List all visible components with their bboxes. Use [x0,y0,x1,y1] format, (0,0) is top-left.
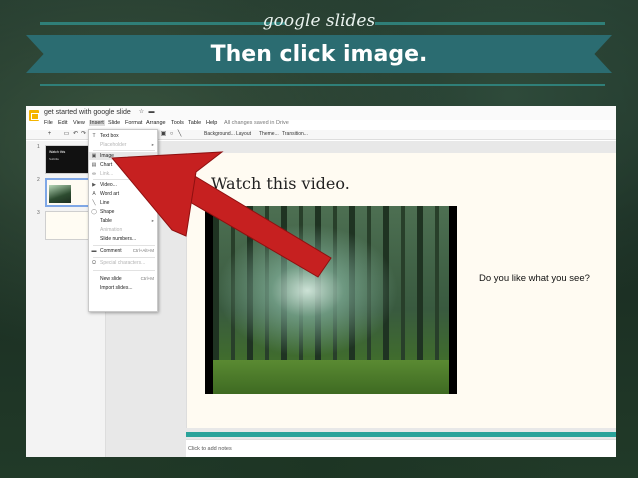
title-bar: get started with google slide ☆ ▬ [26,106,616,121]
menu-divider [93,270,155,271]
speaker-notes[interactable]: Click to add notes [186,439,616,457]
slide[interactable]: Watch this video. Do you like what you s… [186,153,616,428]
menu-divider [93,257,155,258]
shape-icon: ◯ [91,209,97,215]
new-slide-icon[interactable]: + [46,131,53,138]
star-icon[interactable]: ☆ [138,109,145,116]
slide-number: 3 [37,210,40,216]
link-icon: ∞ [92,171,96,177]
menu-item-special-characters: Ω Special characters... [92,260,146,266]
eyebrow-text: google slides [262,11,376,31]
menu-item-chart[interactable]: ▤ Chart [89,161,157,169]
video-icon: ▶ [92,182,96,188]
slide-number: 2 [37,177,40,183]
notes-placeholder: Click to add notes [188,446,232,452]
print-icon[interactable]: ▭ [63,131,70,138]
menu-help[interactable]: Help [206,120,217,126]
image-toolbar-icon[interactable]: ▣ [160,131,167,138]
submenu-arrow-icon: ▸ [151,218,154,223]
text-box-icon: T [92,133,96,139]
forest-ground [213,360,449,394]
comment-shortcut: Ctrl+Alt+M [132,248,154,253]
menu-item-import-slides[interactable]: Import slides... [89,284,157,292]
word-art-icon: A [92,191,96,197]
menu-file[interactable]: File [44,120,53,126]
forest-video-image[interactable] [205,206,457,394]
menu-item-placeholder: Placeholder ▸ [100,142,154,148]
special-char-icon: Ω [92,260,96,266]
menu-item-animation: Animation [100,227,123,233]
menu-item-link: ∞ Link... [92,171,114,177]
bottom-rule [40,84,605,86]
new-slide-shortcut: Ctrl+M [140,276,154,281]
comment-icon: ▬ [91,248,97,254]
menu-item-shape[interactable]: ◯ Shape [89,208,157,216]
menu-view[interactable]: View [73,120,85,126]
menu-divider [93,245,155,246]
slide-canvas: Watch this video. Do you like what you s… [106,141,616,457]
line-toolbar-icon[interactable]: ╲ [176,131,183,138]
slides-screenshot: get started with google slide ☆ ▬ File E… [26,106,616,457]
slide-number: 1 [37,144,40,150]
menu-table[interactable]: Table [188,120,201,126]
menu-item-line[interactable]: ╲ Line [89,199,157,207]
thumb-subtitle: Subtitle [49,157,60,161]
redo-icon[interactable]: ↷ [80,131,87,138]
menu-divider [93,150,155,151]
submenu-arrow-icon: ▸ [151,142,154,147]
menu-item-word-art[interactable]: A Word art [89,190,157,198]
menu-slide[interactable]: Slide [108,120,120,126]
slide-title[interactable]: Watch this video. [211,174,350,193]
background-button[interactable]: Background... [204,131,235,137]
accent-bar [186,432,616,437]
thumb-forest-image [49,185,71,203]
menu-edit[interactable]: Edit [58,120,67,126]
theme-button[interactable]: Theme... [259,131,279,137]
line-icon: ╲ [92,200,96,206]
menu-item-video[interactable]: ▶ Video... [89,181,157,189]
menu-format[interactable]: Format [125,120,142,126]
menu-item-image[interactable]: ▣ Image [89,152,157,160]
layout-button[interactable]: Layout [236,131,251,137]
menu-tools[interactable]: Tools [171,120,184,126]
transition-button[interactable]: Transition... [282,131,308,137]
insert-menu: T Text box Placeholder ▸ ▣ Image ▤ Chart ∞ Li… [88,129,158,312]
menu-item-new-slide[interactable]: New slide Ctrl+M [89,275,157,283]
menu-item-comment[interactable]: ▬ Comment Ctrl+Alt+M [89,247,157,255]
shape-toolbar-icon[interactable]: ○ [168,131,175,138]
menu-item-table[interactable]: Table ▸ [89,217,157,225]
menu-arrange[interactable]: Arrange [146,120,166,126]
menu-divider [93,179,155,180]
thumb-title: Watch this [49,150,66,154]
document-title[interactable]: get started with google slide [44,109,131,116]
undo-icon[interactable]: ↶ [72,131,79,138]
menu-item-text-box[interactable]: T Text box [89,132,157,140]
save-status: All changes saved in Drive [224,120,289,126]
folder-icon[interactable]: ▬ [148,109,155,116]
menu-insert[interactable]: Insert [89,120,105,126]
menu-item-slide-numbers[interactable]: Slide numbers... [89,235,157,243]
banner-title: Then click image. [210,42,428,67]
image-icon: ▣ [91,153,97,159]
chart-icon: ▤ [91,162,97,168]
question-text[interactable]: Do you like what you see? [479,273,590,284]
